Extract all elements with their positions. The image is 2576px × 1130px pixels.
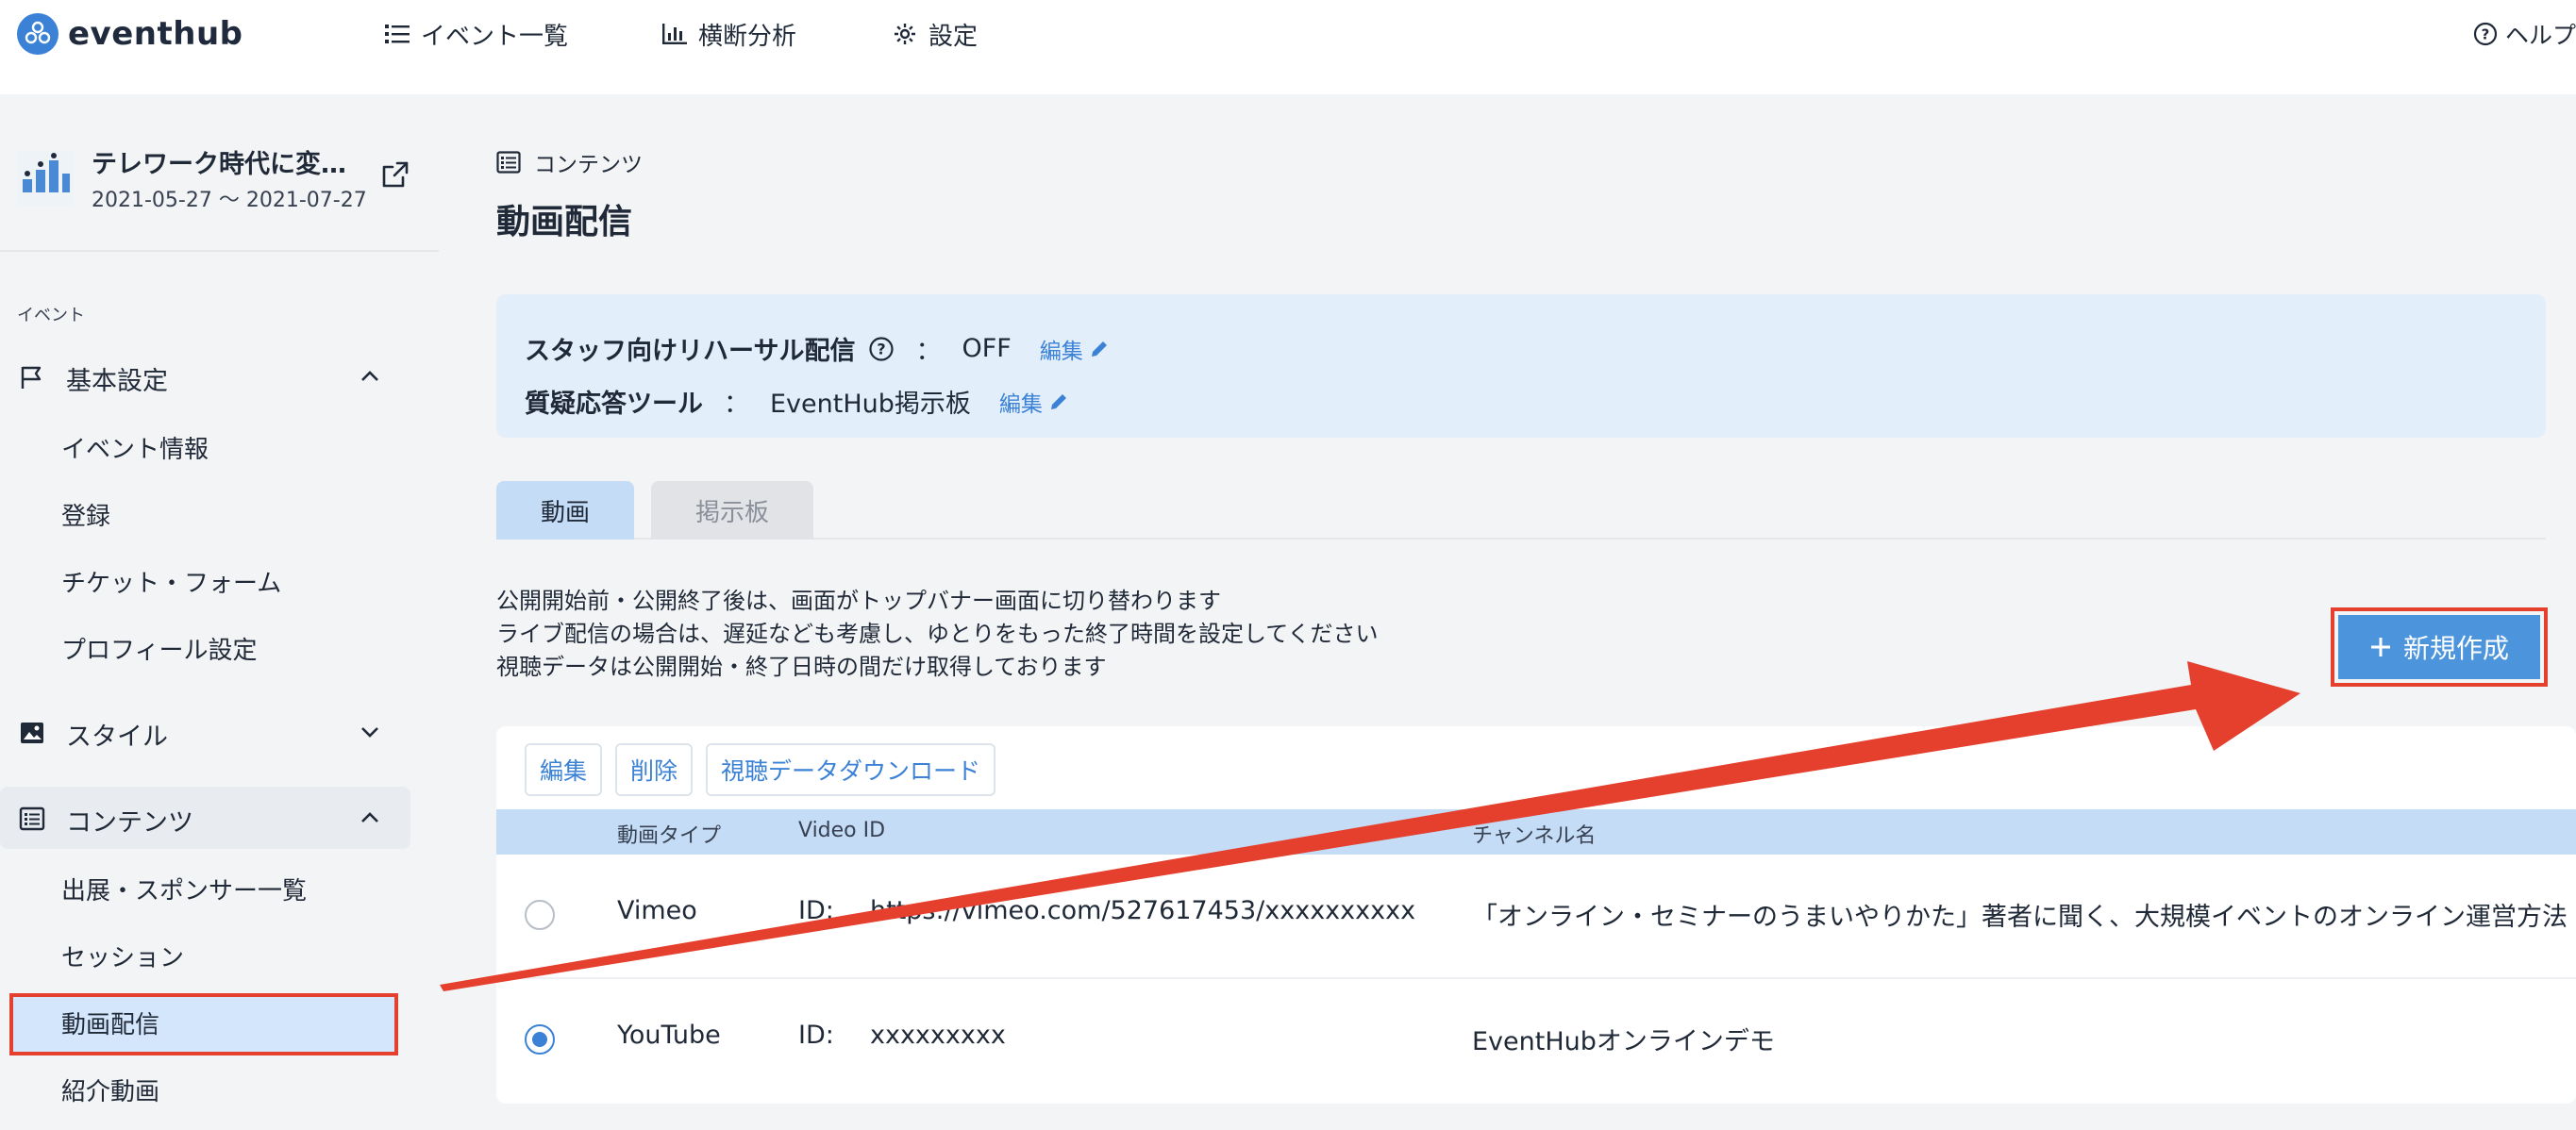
main-content: コンテンツ 動画配信 スタッフ向けリハーサル配信 ? ： OFF 編集 質疑応答…	[496, 94, 2576, 1130]
list-icon	[385, 25, 410, 43]
colon: ：	[915, 337, 942, 366]
edit-label: 編集	[998, 391, 1043, 417]
chevron-down-icon	[361, 727, 378, 738]
sidebar-group-basic-settings[interactable]: 基本設定	[0, 345, 410, 407]
nav-label: 設定	[928, 22, 979, 51]
video-table: 編集 削除 視聴データダウンロード 動画タイプ Video ID チャンネル名 …	[496, 726, 2576, 1104]
sidebar-group-style[interactable]: スタイル	[0, 701, 410, 763]
note-line: 公開開始前・公開終了後は、画面がトップバナー画面に切り替わります	[496, 588, 1221, 614]
app-logo[interactable]: eventhub	[17, 13, 243, 55]
help-icon: ?	[2473, 22, 2498, 46]
breadcrumb-label: コンテンツ	[534, 153, 643, 177]
qa-tool-setting-row: 質疑応答ツール ： EventHub掲示板 編集	[525, 383, 1069, 420]
note-line: ライブ配信の場合は、遅延なども考慮し、ゆとりをもった終了時間を設定してください	[496, 621, 1379, 647]
table-row[interactable]: Vimeo ID: https://vimeo.com/527617453/xx…	[496, 855, 2576, 977]
cell-type: Vimeo	[617, 896, 697, 925]
download-viewing-data-button[interactable]: 視聴データダウンロード	[706, 743, 996, 796]
nav-event-list[interactable]: イベント一覧	[385, 15, 568, 53]
sidebar-divider	[0, 250, 439, 252]
event-dates: 2021-05-27 ～ 2021-07-27	[92, 189, 367, 212]
sidebar: テレワーク時代に変… 2021-05-27 ～ 2021-07-27 イベント …	[0, 94, 439, 1130]
page-title: 動画配信	[496, 203, 633, 241]
note-line: 視聴データは公開開始・終了日時の間だけ取得しております	[496, 654, 1107, 680]
event-thumbnail	[17, 151, 74, 206]
cell-channel: EventHubオンラインデモ	[1472, 1027, 1775, 1056]
sidebar-item-video-streaming[interactable]: 動画配信	[61, 1005, 159, 1040]
svg-text:?: ?	[2482, 26, 2490, 43]
help-icon[interactable]: ?	[868, 336, 895, 362]
row-radio[interactable]	[525, 1024, 555, 1055]
cell-video-id: https://vimeo.com/527617453/xxxxxxxxxx	[870, 896, 1416, 925]
top-bar: eventhub イベント一覧 横断分析 設定 ? ヘルプ	[0, 0, 2576, 94]
cell-channel: 「オンライン・セミナーのうまいやりかた」著者に聞く、大規模イベントのオンライン運…	[1472, 903, 2568, 932]
external-link-icon[interactable]	[381, 160, 410, 189]
logo-icon	[17, 13, 59, 55]
contents-icon	[496, 151, 521, 174]
notes: 公開開始前・公開終了後は、画面がトップバナー画面に切り替わります ライブ配信の場…	[496, 585, 1379, 684]
rehearsal-setting-row: スタッフ向けリハーサル配信 ? ： OFF 編集	[525, 330, 1110, 367]
nav-cross-analysis[interactable]: 横断分析	[662, 15, 796, 53]
tab-board[interactable]: 掲示板	[651, 481, 813, 540]
nav-label: イベント一覧	[421, 22, 569, 51]
cell-id-label: ID:	[798, 1021, 834, 1050]
pencil-icon	[1050, 393, 1066, 409]
tab-bar: 動画 掲示板	[496, 481, 2546, 540]
pencil-icon	[1091, 341, 1107, 357]
chevron-up-icon	[361, 371, 378, 381]
image-icon	[21, 723, 43, 743]
edit-button[interactable]: 編集	[525, 743, 603, 796]
group-label: スタイル	[66, 723, 168, 752]
new-create-label: 新規作成	[2402, 633, 2509, 664]
nav-settings[interactable]: 設定	[893, 15, 978, 53]
chart-icon	[662, 24, 687, 44]
edit-label: 編集	[1039, 339, 1083, 364]
rehearsal-value: OFF	[962, 334, 1012, 363]
nav-label: 横断分析	[698, 22, 797, 51]
delete-button[interactable]: 削除	[615, 743, 694, 796]
table-row[interactable]: YouTube ID: xxxxxxxxx EventHubオンラインデモ	[496, 977, 2576, 1100]
group-label: 基本設定	[66, 367, 168, 396]
help-link[interactable]: ? ヘルプ	[2473, 15, 2576, 53]
sidebar-section-label: イベント	[17, 306, 85, 325]
help-label: ヘルプ	[2504, 22, 2576, 49]
app-name: eventhub	[68, 15, 243, 53]
new-create-button[interactable]: 新規作成	[2338, 615, 2540, 679]
qa-tool-value: EventHub掲示板	[770, 390, 971, 419]
event-card[interactable]: テレワーク時代に変… 2021-05-27 ～ 2021-07-27	[17, 140, 423, 224]
sidebar-item-registration[interactable]: 登録	[61, 497, 110, 532]
header-video-id: Video ID	[798, 819, 886, 842]
flag-icon	[21, 366, 42, 389]
rehearsal-label: スタッフ向けリハーサル配信	[525, 337, 856, 366]
group-label: コンテンツ	[66, 808, 193, 838]
event-title: テレワーク時代に変…	[92, 150, 346, 179]
svg-text:?: ?	[878, 340, 886, 357]
sidebar-item-profile-settings[interactable]: プロフィール設定	[61, 631, 257, 666]
contents-icon	[19, 806, 45, 831]
header-video-type: 動画タイプ	[617, 824, 722, 848]
sidebar-item-event-info[interactable]: イベント情報	[61, 430, 209, 465]
chevron-up-icon	[361, 812, 378, 823]
qa-tool-label: 質疑応答ツール	[525, 390, 703, 419]
edit-rehearsal-link[interactable]: 編集	[1040, 333, 1110, 365]
new-button-highlight: 新規作成	[2331, 607, 2548, 687]
gear-icon	[895, 24, 915, 44]
cell-video-id: xxxxxxxxx	[870, 1021, 1006, 1050]
sidebar-item-ticket-form[interactable]: チケット・フォーム	[61, 564, 281, 599]
cell-id-label: ID:	[798, 896, 834, 925]
settings-box: スタッフ向けリハーサル配信 ? ： OFF 編集 質疑応答ツール ： Event…	[496, 294, 2546, 438]
sidebar-item-sessions[interactable]: セッション	[61, 939, 184, 973]
cell-type: YouTube	[617, 1021, 721, 1050]
row-radio[interactable]	[525, 900, 555, 930]
sidebar-group-contents[interactable]: コンテンツ	[0, 787, 410, 849]
breadcrumb: コンテンツ	[496, 146, 643, 178]
tab-videos[interactable]: 動画	[496, 481, 634, 540]
colon: ：	[724, 390, 749, 419]
plus-icon	[2370, 638, 2390, 656]
edit-qa-tool-link[interactable]: 編集	[999, 386, 1069, 418]
header-channel-name: チャンネル名	[1472, 824, 1597, 848]
sidebar-item-intro-videos[interactable]: 紹介動画	[61, 1072, 159, 1107]
table-actions: 編集 削除 視聴データダウンロード	[525, 743, 996, 796]
table-header: 動画タイプ Video ID チャンネル名	[496, 809, 2576, 855]
sidebar-item-exhibitors[interactable]: 出展・スポンサー一覧	[61, 872, 307, 906]
